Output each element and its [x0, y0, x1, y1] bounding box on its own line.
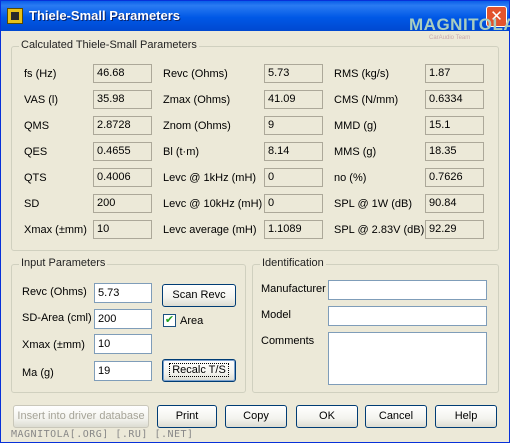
recalc-ts-label: Recalc T/S [169, 363, 229, 377]
cancel-label: Cancel [378, 410, 414, 422]
xmax-label: Xmax (±mm) [22, 339, 85, 351]
calc-label: Bl (t·m) [163, 146, 200, 158]
manufacturer-input[interactable] [328, 280, 487, 300]
calc-value: 0.4006 [93, 168, 152, 187]
calc-value: 90.84 [425, 194, 484, 213]
ma-label: Ma (g) [22, 367, 54, 379]
comments-label: Comments [261, 335, 315, 347]
calculated-params-title: Calculated Thiele-Small Parameters [19, 39, 199, 51]
calc-label: CMS (N/mm) [334, 94, 399, 106]
calc-label: RMS (kg/s) [334, 68, 389, 80]
scan-revc-label: Scan Revc [172, 289, 226, 301]
calc-value: 35.98 [93, 90, 152, 109]
calc-label: SD [24, 198, 40, 210]
calc-value: 2.8728 [93, 116, 152, 135]
calc-value: 9 [264, 116, 323, 135]
print-button[interactable]: Print [157, 405, 217, 428]
calc-label: MMD (g) [334, 120, 377, 132]
identification-title: Identification [260, 257, 326, 269]
window-title: Thiele-Small Parameters [29, 8, 181, 23]
calc-label: SPL @ 1W (dB) [334, 198, 412, 210]
calc-label: Levc @ 1kHz (mH) [163, 172, 257, 184]
xmax-input[interactable]: 10 [94, 334, 152, 354]
calc-value: 10 [93, 220, 152, 239]
calc-label: Xmax (±mm) [24, 224, 87, 236]
insert-into-database-button[interactable]: Insert into driver database [13, 405, 149, 428]
calc-value: 0.6334 [425, 90, 484, 109]
calc-value: 0 [264, 168, 323, 187]
comments-textarea[interactable] [328, 332, 487, 385]
magnitola-logo: MAGNITOLA CarAudio Team [409, 15, 510, 45]
calc-label: VAS (l) [24, 94, 59, 106]
calc-value: 200 [93, 194, 152, 213]
revc-label: Revc (Ohms) [22, 286, 87, 298]
calc-label: Revc (Ohms) [163, 68, 228, 80]
revc-input[interactable]: 5.73 [94, 283, 152, 303]
calc-value: 5.73 [264, 64, 323, 83]
calc-value: 0 [264, 194, 323, 213]
app-icon [7, 8, 23, 24]
calc-label: Levc average (mH) [163, 224, 257, 236]
calc-value: 1.1089 [264, 220, 323, 239]
calc-label: QES [24, 146, 48, 158]
calc-value: 46.68 [93, 64, 152, 83]
calc-label: no (%) [334, 172, 367, 184]
logo-text: MAGNITOLA [409, 15, 510, 34]
thiele-small-dialog: Thiele-Small Parameters ✕ MAGNITOLA CarA… [0, 0, 510, 443]
model-input[interactable] [328, 306, 487, 326]
calc-value: 92.29 [425, 220, 484, 239]
area-label: Area [180, 315, 204, 327]
calc-label: fs (Hz) [24, 68, 57, 80]
calc-value: 15.1 [425, 116, 484, 135]
help-label: Help [454, 410, 478, 422]
calc-label: QTS [24, 172, 47, 184]
insert-into-database-label: Insert into driver database [17, 410, 145, 422]
recalc-ts-button[interactable]: Recalc T/S [162, 359, 236, 382]
sd-area-label: SD-Area (cml) [22, 312, 92, 324]
calc-label: Levc @ 10kHz (mH) [163, 198, 263, 210]
ok-label: OK [319, 410, 335, 422]
copy-label: Copy [243, 410, 269, 422]
calc-label: MMS (g) [334, 146, 377, 158]
ma-input[interactable]: 19 [94, 361, 152, 381]
calc-value: 0.4655 [93, 142, 152, 161]
cancel-button[interactable]: Cancel [365, 405, 427, 428]
calc-label: Znom (Ohms) [163, 120, 231, 132]
sd-area-input[interactable]: 200 [94, 309, 152, 329]
calc-label: QMS [24, 120, 50, 132]
logo-subtext: CarAudio Team [429, 35, 471, 41]
scan-revc-button[interactable]: Scan Revc [162, 284, 236, 307]
area-checkbox[interactable]: ✔ [163, 314, 176, 327]
calc-value: 0.7626 [425, 168, 484, 187]
calc-label: SPL @ 2.83V (dB) [334, 224, 425, 236]
help-button[interactable]: Help [435, 405, 497, 428]
footer-site-text: MAGNITOLA[.ORG] [.RU] [.NET] [11, 429, 194, 440]
calc-value: 1.87 [425, 64, 484, 83]
manufacturer-label: Manufacturer [261, 283, 326, 295]
calc-value: 8.14 [264, 142, 323, 161]
calc-value: 18.35 [425, 142, 484, 161]
calc-value: 41.09 [264, 90, 323, 109]
calc-label: Zmax (Ohms) [163, 94, 231, 106]
ok-button[interactable]: OK [296, 405, 358, 428]
input-params-title: Input Parameters [19, 257, 108, 269]
print-label: Print [175, 410, 199, 422]
model-label: Model [261, 309, 291, 321]
copy-button[interactable]: Copy [225, 405, 287, 428]
